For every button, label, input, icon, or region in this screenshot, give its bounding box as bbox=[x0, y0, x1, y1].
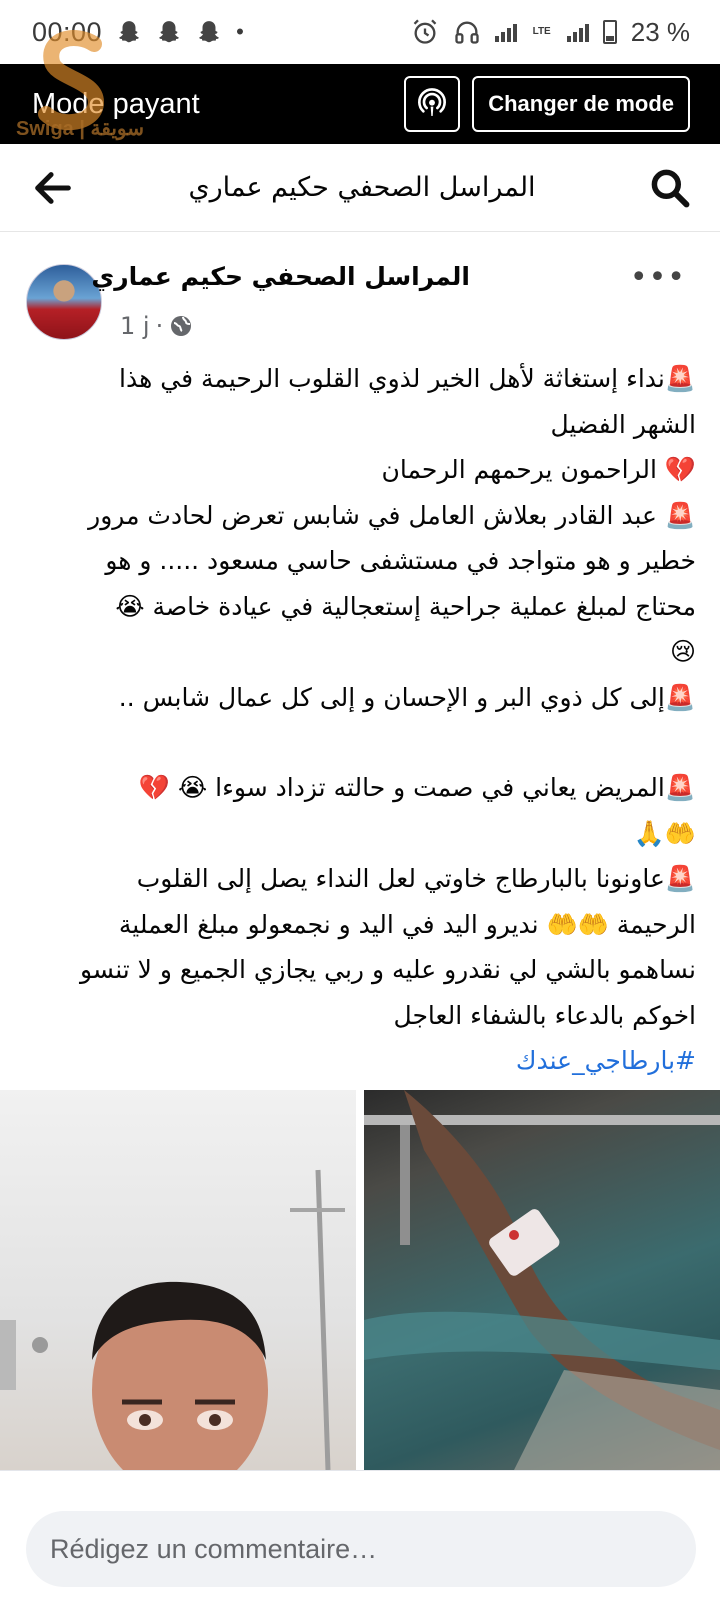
patient-selfie-photo[interactable] bbox=[0, 1090, 356, 1470]
post-line: 🚨 عبد القادر بعلاش العامل في شابس تعرض ل… bbox=[88, 500, 696, 530]
post-line-blank bbox=[24, 720, 696, 765]
comment-bar: Rédigez un commentaire… bbox=[0, 1470, 720, 1600]
search-icon[interactable] bbox=[648, 166, 692, 210]
network-type: LTE bbox=[532, 26, 551, 37]
post-line: 🚨المريض يعاني في صمت و حالته تزداد سوءا … bbox=[138, 773, 696, 802]
meta-separator: · bbox=[155, 312, 164, 340]
photo-illustration bbox=[0, 1169, 345, 1470]
snapchat-ghost-icon bbox=[159, 21, 179, 43]
alarm-icon bbox=[413, 19, 436, 44]
post-line: الشهر الفضيل bbox=[550, 409, 697, 439]
post-line: نساهمو بالشي لي نقدرو عليه و ربي يجازي ا… bbox=[80, 955, 696, 984]
podcast-button[interactable] bbox=[404, 76, 461, 132]
more-options-icon[interactable]: ••• bbox=[630, 260, 686, 295]
post-meta: 1 j · bbox=[120, 312, 193, 340]
post-line: 🚨إلى كل ذوي البر و الإحسان و إلى كل عمال… bbox=[118, 682, 696, 712]
post-header: المراسل الصحفي حكيم عماري 1 j · ••• bbox=[0, 246, 720, 346]
post-photos bbox=[0, 1090, 720, 1470]
watermark-text: Swiga | سويقة bbox=[16, 118, 145, 140]
snapchat-ghost-icon bbox=[119, 21, 139, 43]
status-left: 00:00 • bbox=[32, 17, 244, 48]
status-right: LTE 23 % bbox=[411, 17, 690, 48]
battery-level: 23 % bbox=[630, 16, 690, 47]
headphones-icon bbox=[454, 21, 479, 44]
signal-icon bbox=[566, 22, 589, 42]
signal-icon bbox=[494, 22, 517, 42]
post-author[interactable]: المراسل الصحفي حكيم عماري bbox=[91, 262, 470, 291]
podcast-icon bbox=[418, 88, 447, 116]
photo-illustration bbox=[364, 1090, 720, 1470]
post-line: اخوكم بالدعاء بالشفاء العاجل bbox=[393, 1000, 696, 1030]
post-line: 🚨نداء إستغاثة لأهل الخير لذوي القلوب الر… bbox=[119, 364, 696, 393]
post-line: 🤲🙏 bbox=[633, 818, 696, 848]
post-hashtag[interactable]: #بارطاجي_عندك bbox=[24, 1038, 696, 1084]
back-arrow-icon[interactable] bbox=[30, 165, 76, 211]
status-bar: 00:00 • LTE 23 % bbox=[0, 0, 720, 64]
globe-icon bbox=[171, 316, 192, 336]
snapchat-ghost-icon bbox=[199, 21, 219, 43]
notification-dot-icon: • bbox=[236, 19, 244, 44]
post-text: 🚨نداء إستغاثة لأهل الخير لذوي القلوب الر… bbox=[24, 356, 696, 1084]
post-line: الرحيمة 🤲🤲 نديرو اليد في اليد و نجمعولو … bbox=[118, 909, 696, 939]
post-line: 💔 الراحمون يرحمهم الرحمان bbox=[381, 455, 696, 484]
status-time: 00:00 bbox=[32, 16, 103, 47]
post-time[interactable]: 1 j bbox=[120, 312, 150, 340]
post-line: محتاج لمبلغ عملية جراحية إستعجالية في عي… bbox=[115, 591, 696, 621]
page-header: المراسل الصحفي حكيم عماري bbox=[0, 144, 720, 232]
change-mode-button[interactable]: Changer de mode bbox=[472, 76, 690, 132]
comment-input[interactable]: Rédigez un commentaire… bbox=[26, 1511, 696, 1587]
post-line: 😢 bbox=[669, 637, 696, 666]
post-line: 🚨عاونونا بالبارطاج خاوتي لعل النداء يصل … bbox=[136, 864, 696, 893]
injured-arm-photo[interactable] bbox=[364, 1090, 720, 1470]
battery-icon bbox=[602, 20, 617, 44]
page-title: المراسل الصحفي حكيم عماري bbox=[188, 172, 536, 203]
post-line: خطير و هو متواجد في مستشفى حاسي مسعود ..… bbox=[105, 546, 696, 575]
